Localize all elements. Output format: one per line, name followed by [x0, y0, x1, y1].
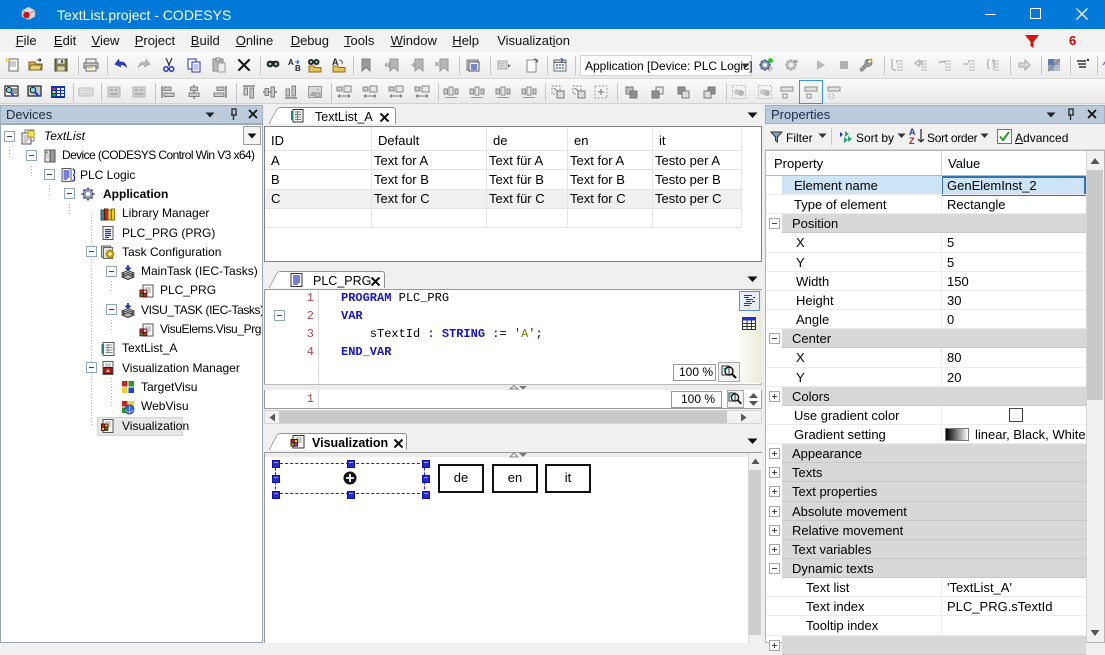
svg-text:A: A: [288, 58, 294, 67]
svg-text:Z: Z: [909, 136, 915, 146]
svg-text:B: B: [295, 64, 301, 73]
